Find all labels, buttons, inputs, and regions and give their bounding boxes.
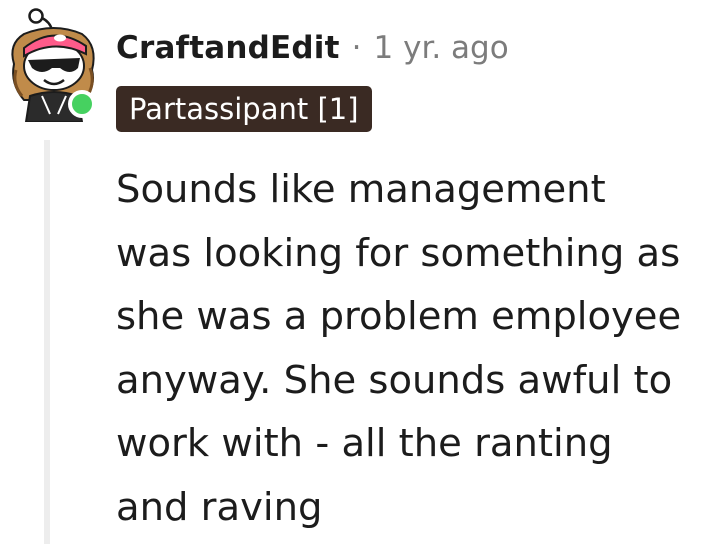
comment-body-line: work with - all the ranting bbox=[116, 421, 613, 466]
comment-header: CraftandEdit · 1 yr. ago bbox=[116, 26, 509, 70]
comment-body: Sounds like management was looking for s… bbox=[116, 158, 716, 539]
user-avatar[interactable] bbox=[4, 4, 104, 123]
comment-body-line: Sounds like management bbox=[116, 167, 606, 212]
comment-body-line: and raving bbox=[116, 484, 323, 530]
comment-body-line: anyway. She sounds awful to bbox=[116, 357, 673, 403]
header-separator: · bbox=[351, 30, 362, 66]
comment-body-line: she was a problem employee bbox=[116, 294, 682, 339]
thread-collapse-line[interactable] bbox=[44, 140, 50, 544]
online-status-icon bbox=[68, 90, 96, 118]
comment-body-line: was looking for something as bbox=[116, 230, 681, 276]
comment-timestamp[interactable]: 1 yr. ago bbox=[374, 30, 509, 66]
user-flair-badge: Partassipant [1] bbox=[116, 86, 372, 132]
author-username[interactable]: CraftandEdit bbox=[116, 30, 340, 66]
comment: CraftandEdit · 1 yr. ago Partassipant [1… bbox=[0, 0, 725, 544]
